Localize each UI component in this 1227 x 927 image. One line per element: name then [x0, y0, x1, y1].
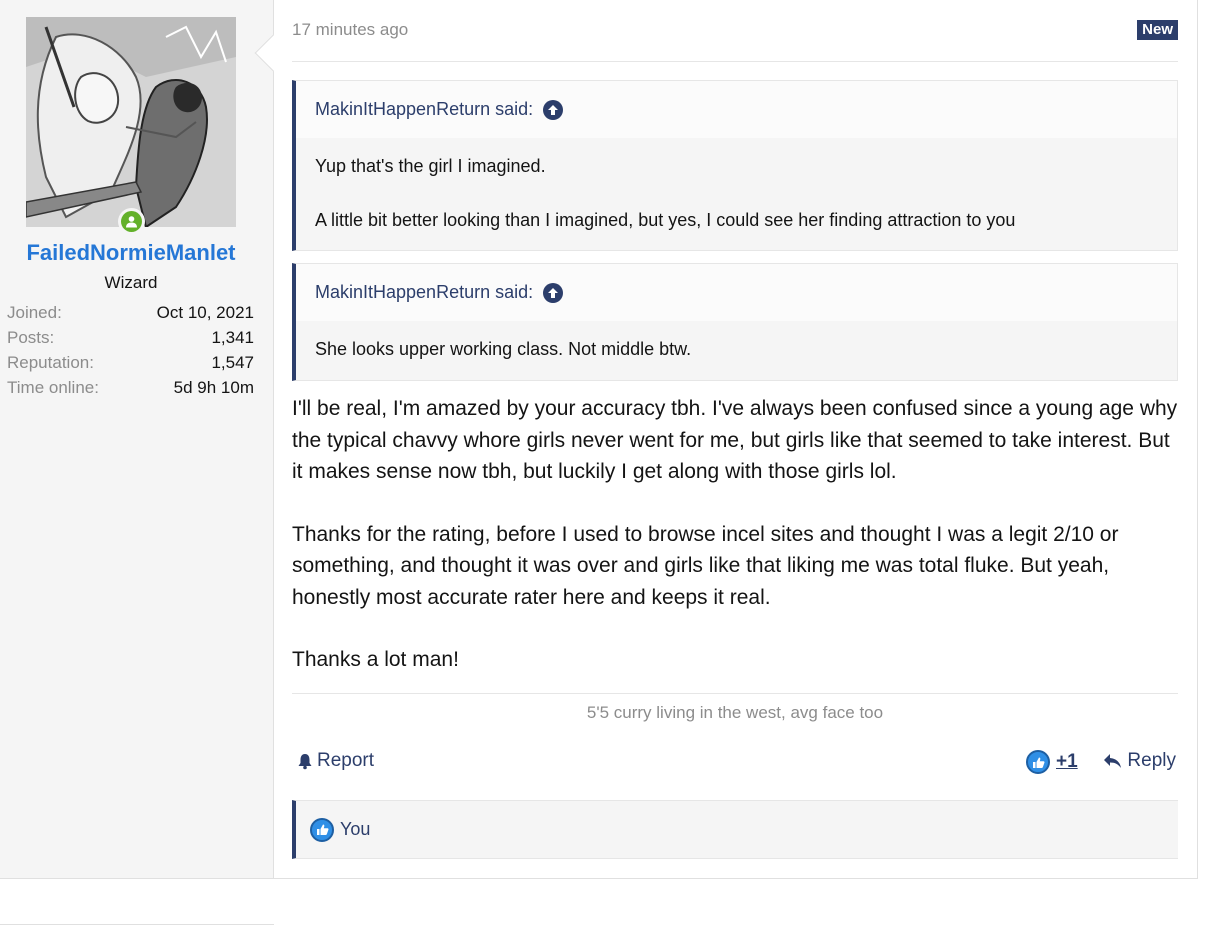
- new-badge: New: [1137, 20, 1178, 40]
- quote-author[interactable]: MakinItHappenReturn said:: [315, 99, 533, 120]
- post-message: I'll be real, I'm amazed by your accurac…: [292, 393, 1178, 707]
- stat-value: 5d 9h 10m: [173, 378, 254, 397]
- stat-value: 1,547: [211, 353, 254, 372]
- stat-label: Time online:: [7, 378, 99, 397]
- thumbs-up-icon: [310, 817, 334, 842]
- user-signature: 5'5 curry living in the west, avg face t…: [586, 703, 884, 722]
- quote-line: She looks upper working class. Not middl…: [315, 339, 692, 359]
- post-timestamp[interactable]: 17 minutes ago: [292, 20, 408, 40]
- quote-line: Yup that's the girl I imagined.: [315, 156, 546, 176]
- stat-time-online: Time online: 5d 9h 10m: [7, 377, 254, 402]
- quote-header[interactable]: MakinItHappenReturn said:: [296, 264, 1177, 321]
- quote-block: MakinItHappenReturn said: Yup that's the…: [292, 80, 1178, 251]
- user-online-icon: [121, 211, 142, 232]
- reaction-users[interactable]: You: [340, 819, 370, 840]
- thumbs-up-icon: [1026, 750, 1050, 774]
- next-post-divider: [0, 924, 274, 925]
- signature-divider: [292, 693, 1178, 694]
- reply-button[interactable]: Reply: [1103, 750, 1176, 772]
- stat-label: Joined:: [7, 303, 62, 322]
- quote-header[interactable]: MakinItHappenReturn said:: [296, 81, 1177, 138]
- report-button[interactable]: Report: [296, 750, 374, 772]
- stat-posts: Posts: 1,341: [7, 327, 254, 352]
- stat-value: 1,341: [211, 328, 254, 347]
- arrow-up-circle-icon[interactable]: [543, 99, 564, 120]
- reaction-summary[interactable]: +1: [1026, 750, 1078, 774]
- reply-label: Reply: [1127, 750, 1176, 771]
- quote-author[interactable]: MakinItHappenReturn said:: [315, 282, 533, 303]
- stat-label: Reputation:: [7, 353, 94, 372]
- avatar-illustration: [26, 17, 236, 227]
- user-info-panel: FailedNormieManlet Wizard Joined: Oct 10…: [0, 0, 274, 878]
- stat-value: Oct 10, 2021: [156, 303, 254, 322]
- online-status-indicator: [118, 208, 145, 235]
- quote-body: Yup that's the girl I imagined. A little…: [296, 153, 1177, 234]
- reactions-bar[interactable]: You: [292, 800, 1178, 859]
- post-actions-bar: Report +1 Reply: [292, 750, 1178, 780]
- stat-joined: Joined: Oct 10, 2021: [7, 302, 254, 327]
- bell-icon: [298, 754, 312, 770]
- user-stats: Joined: Oct 10, 2021 Posts: 1,341 Reputa…: [7, 302, 254, 402]
- stat-label: Posts:: [7, 328, 55, 347]
- forum-post: FailedNormieManlet Wizard Joined: Oct 10…: [0, 0, 1198, 879]
- user-title: Wizard: [104, 273, 158, 292]
- header-divider: [292, 61, 1178, 62]
- reply-arrow-icon: [1104, 754, 1122, 768]
- message-paragraph: Thanks a lot man!: [292, 648, 459, 671]
- message-paragraph: Thanks for the rating, before I used to …: [292, 522, 1119, 609]
- quote-block: MakinItHappenReturn said: She looks uppe…: [292, 263, 1178, 381]
- quote-body: She looks upper working class. Not middl…: [296, 336, 1177, 363]
- stat-reputation: Reputation: 1,547: [7, 352, 254, 377]
- report-label: Report: [317, 750, 375, 771]
- quote-line: A little bit better looking than I imagi…: [315, 210, 1016, 230]
- arrow-up-circle-icon[interactable]: [543, 282, 564, 303]
- username-link[interactable]: FailedNormieManlet: [0, 240, 262, 266]
- message-paragraph: I'll be real, I'm amazed by your accurac…: [292, 397, 1178, 483]
- reaction-count[interactable]: +1: [1056, 751, 1078, 773]
- user-avatar[interactable]: [26, 17, 236, 227]
